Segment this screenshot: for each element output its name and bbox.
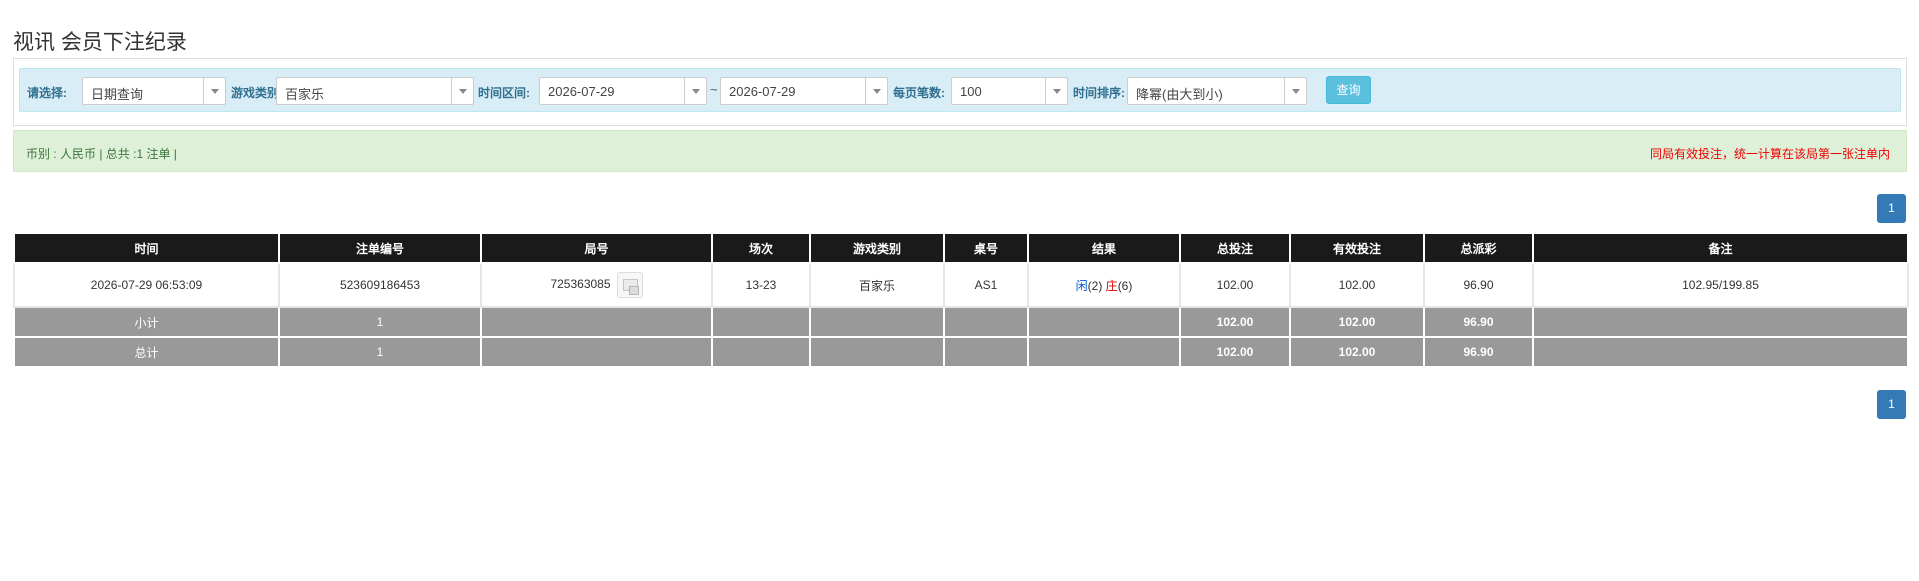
cell-session: 13-23 <box>711 262 811 308</box>
notice-text: 同局有效投注，统一计算在该局第一张注单内 <box>1649 147 1890 161</box>
total-count: 1 <box>278 336 482 368</box>
total-valid-bet: 102.00 <box>1289 336 1425 368</box>
pagination-bottom-page[interactable]: 1 <box>1877 390 1906 419</box>
subtotal-valid-bet: 102.00 <box>1289 306 1425 338</box>
filter-panel: 请选择: 日期查询 游戏类别 百家乐 时间区间: 2026-07-29 ~ 20… <box>13 58 1907 126</box>
round-detail-icon[interactable] <box>616 272 643 298</box>
summary-text: 币别 : 人民币 | 总共 :1 注单 | <box>26 147 177 161</box>
date-to-input[interactable]: 2026-07-29 <box>720 77 888 105</box>
per-page-select[interactable]: 100 <box>951 77 1068 105</box>
result-banker: 庄 <box>1105 278 1118 293</box>
cell-time: 2026-07-29 06:53:09 <box>13 262 280 308</box>
game-type-select[interactable]: 百家乐 <box>276 77 474 105</box>
col-round-no: 局号 <box>480 232 713 264</box>
cell-game-type: 百家乐 <box>809 262 945 308</box>
table-header-row: 时间 注单编号 局号 场次 游戏类别 桌号 结果 总投注 有效投注 总派彩 备注 <box>13 232 1909 264</box>
subtotal-row: 小计 1 102.00 102.00 96.90 <box>13 306 1909 338</box>
date-from-input[interactable]: 2026-07-29 <box>539 77 707 105</box>
subtotal-payout: 96.90 <box>1423 306 1534 338</box>
range-separator: ~ <box>710 82 718 97</box>
sort-value: 降幂(由大到小) <box>1136 87 1223 102</box>
chevron-down-icon[interactable] <box>451 78 473 104</box>
cell-table-no: AS1 <box>943 262 1029 308</box>
result-player: 闲 <box>1075 278 1088 293</box>
col-session: 场次 <box>711 232 811 264</box>
chevron-down-icon[interactable] <box>1045 78 1067 104</box>
subtotal-count: 1 <box>278 306 482 338</box>
subtotal-label: 小计 <box>13 306 280 338</box>
result-player-score: (2) <box>1087 278 1103 293</box>
info-bar: 币别 : 人民币 | 总共 :1 注单 | 同局有效投注，统一计算在该局第一张注… <box>13 130 1907 172</box>
round-no-text: 725363085 <box>550 277 611 292</box>
cell-round-no: 725363085 <box>480 262 713 308</box>
col-valid-bet: 有效投注 <box>1289 232 1425 264</box>
chevron-down-icon[interactable] <box>203 78 225 104</box>
col-payout: 总派彩 <box>1423 232 1534 264</box>
query-type-label: 请选择: <box>27 86 67 100</box>
query-type-value: 日期查询 <box>91 87 144 102</box>
total-payout: 96.90 <box>1423 336 1534 368</box>
cell-result: 闲(2) 庄(6) <box>1027 262 1181 308</box>
chevron-down-icon[interactable] <box>684 78 706 104</box>
chevron-down-icon[interactable] <box>1284 78 1306 104</box>
pagination-top-page[interactable]: 1 <box>1877 194 1906 223</box>
cell-payout: 96.90 <box>1423 262 1534 308</box>
sort-select[interactable]: 降幂(由大到小) <box>1127 77 1307 105</box>
date-to-value: 2026-07-29 <box>729 84 796 99</box>
total-total-bet: 102.00 <box>1179 336 1291 368</box>
cell-bet-no: 523609186453 <box>278 262 482 308</box>
bet-records-table: 时间 注单编号 局号 场次 游戏类别 桌号 结果 总投注 有效投注 总派彩 备注… <box>13 232 1909 368</box>
page-title: 视讯 会员下注纪录 <box>13 31 187 54</box>
date-from-value: 2026-07-29 <box>548 84 615 99</box>
col-total-bet: 总投注 <box>1179 232 1291 264</box>
cell-valid-bet: 102.00 <box>1289 262 1425 308</box>
cell-total-bet[interactable]: 102.00 <box>1179 262 1291 308</box>
subtotal-total-bet: 102.00 <box>1179 306 1291 338</box>
col-table-no: 桌号 <box>943 232 1029 264</box>
query-button[interactable]: 查询 <box>1326 76 1371 104</box>
game-type-label: 游戏类别 <box>231 86 280 100</box>
per-page-label: 每页笔数: <box>893 86 945 100</box>
table-row: 2026-07-29 06:53:09 523609186453 7253630… <box>13 262 1909 308</box>
time-range-label: 时间区间: <box>478 86 530 100</box>
total-row: 总计 1 102.00 102.00 96.90 <box>13 336 1909 368</box>
result-banker-score: (6) <box>1117 278 1133 293</box>
total-label: 总计 <box>13 336 280 368</box>
filter-bar: 请选择: 日期查询 游戏类别 百家乐 时间区间: 2026-07-29 ~ 20… <box>19 68 1901 112</box>
col-result: 结果 <box>1027 232 1181 264</box>
col-bet-no: 注单编号 <box>278 232 482 264</box>
query-type-select[interactable]: 日期查询 <box>82 77 226 105</box>
sort-label: 时间排序: <box>1073 86 1125 100</box>
game-type-value: 百家乐 <box>285 87 325 102</box>
cell-remark: 102.95/199.85 <box>1532 262 1909 308</box>
per-page-value: 100 <box>960 84 982 99</box>
col-time: 时间 <box>13 232 280 264</box>
chevron-down-icon[interactable] <box>865 78 887 104</box>
col-game-type: 游戏类别 <box>809 232 945 264</box>
col-remark: 备注 <box>1532 232 1909 264</box>
